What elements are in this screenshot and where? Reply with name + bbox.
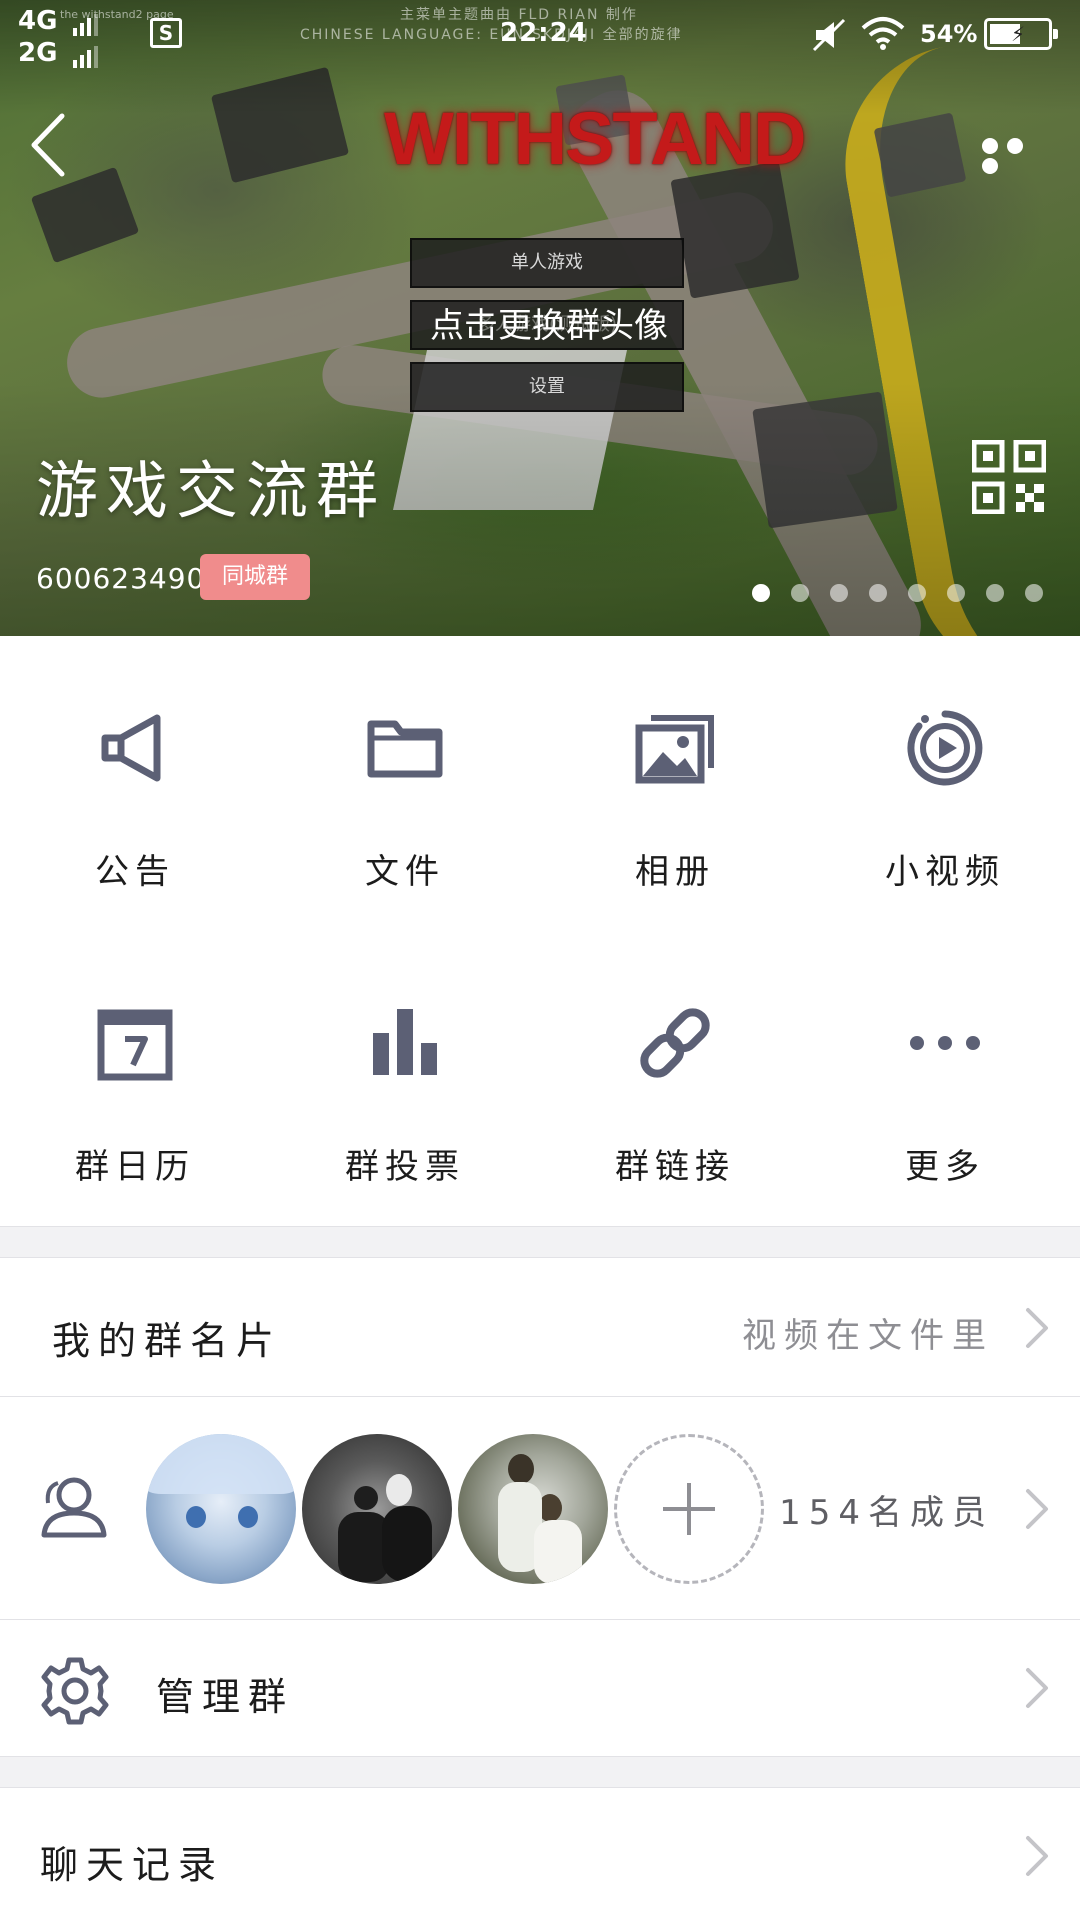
status-bar: 4G 2G S 22:24 54% ⚡ (0, 0, 1080, 68)
qr-code-button[interactable] (971, 439, 1047, 515)
feature-label: 群链接 (615, 1147, 735, 1187)
battery-icon: ⚡ (984, 18, 1058, 50)
game-menu-item: 单人游戏 (410, 238, 684, 288)
carousel-dot (869, 584, 887, 602)
carousel-dot (830, 584, 848, 602)
feature-label: 相册 (635, 852, 715, 892)
video-play-icon (907, 710, 983, 786)
game-logo-text: WITHSTAND (384, 97, 806, 180)
gear-icon (41, 1657, 109, 1725)
my-group-card-title: 我的群名片 (52, 1319, 283, 1363)
game-logo: WITHSTAND (384, 90, 806, 186)
signal-strength-icon (72, 38, 101, 68)
member-avatar[interactable] (146, 1434, 296, 1584)
feature-group-link[interactable]: 群链接 (540, 931, 810, 1226)
signal-strength-icon (72, 6, 101, 36)
group-type-badge: 同城群 (200, 554, 310, 600)
carousel-dot (791, 584, 809, 602)
carousel-dot-active (752, 584, 770, 602)
chevron-right-icon (1026, 1668, 1048, 1708)
bar-chart-icon (373, 1009, 437, 1075)
feature-files[interactable]: 文件 (270, 636, 540, 931)
feature-vote[interactable]: 群投票 (270, 931, 540, 1226)
network-indicator-1: 4G (18, 6, 101, 36)
change-group-avatar-button[interactable]: 点击更换群头像 (414, 298, 684, 347)
chat-history-title: 聊天记录 (40, 1843, 225, 1887)
carousel-indicator (752, 584, 1064, 604)
charging-bolt-icon: ⚡ (1011, 22, 1026, 46)
section-separator (0, 1756, 1080, 1788)
feature-label: 文件 (365, 852, 445, 892)
network-indicator-2: 2G (18, 38, 101, 68)
app-notification-icon: S (150, 18, 182, 48)
feature-announcement[interactable]: 公告 (0, 636, 270, 931)
feature-grid: 公告 文件 相册 小视频 群日历 群投票 群链接 更多 (0, 636, 1080, 1226)
photo-album-icon (635, 715, 714, 784)
feature-calendar[interactable]: 群日历 (0, 931, 270, 1226)
member-avatar[interactable] (302, 1434, 452, 1584)
chat-history-row[interactable]: 聊天记录 (0, 1788, 1080, 1920)
members-icon (41, 1477, 107, 1538)
feature-more[interactable]: 更多 (810, 931, 1080, 1226)
feature-label: 群投票 (345, 1147, 465, 1187)
plus-icon (663, 1483, 715, 1535)
carousel-dot (986, 584, 1004, 602)
member-count: 154名成员 (779, 1493, 994, 1533)
carousel-dot (908, 584, 926, 602)
my-group-card-row[interactable]: 我的群名片 视频在文件里 (0, 1258, 1080, 1396)
more-options-button[interactable] (982, 138, 1052, 174)
manage-group-row[interactable]: 管理群 (0, 1620, 1080, 1756)
back-button[interactable] (26, 110, 74, 180)
mute-icon (812, 18, 846, 56)
wifi-icon (860, 16, 906, 54)
chevron-left-icon (31, 113, 65, 177)
member-avatar[interactable] (458, 1434, 608, 1584)
feature-label: 小视频 (885, 852, 1005, 892)
network-type-label: 4G (18, 6, 58, 36)
add-member-button[interactable] (614, 1434, 764, 1584)
game-menu-item: 设置 (410, 362, 684, 412)
megaphone-icon (101, 714, 161, 782)
chevron-right-icon (1026, 1489, 1048, 1529)
clock: 22:24 (500, 18, 588, 48)
feature-short-video[interactable]: 小视频 (810, 636, 1080, 931)
qr-code-icon (971, 439, 1047, 515)
carousel-dot (1025, 584, 1043, 602)
battery-percent: 54% (920, 20, 978, 48)
group-id: 600623490 (36, 562, 206, 595)
chevron-right-icon (1026, 1836, 1048, 1876)
feature-label: 公告 (95, 852, 175, 892)
feature-label: 更多 (905, 1147, 985, 1187)
feature-label: 群日历 (75, 1147, 195, 1187)
group-header-banner[interactable]: 主菜单主题曲由 FLD RIAN 制作 CHINESE LANGUAGE: EU… (0, 0, 1080, 636)
folder-icon (367, 720, 443, 778)
carousel-dot (947, 584, 965, 602)
manage-group-title: 管理群 (156, 1675, 295, 1719)
my-group-card-value: 视频在文件里 (742, 1316, 994, 1356)
group-name: 游戏交流群 (36, 454, 387, 527)
section-separator (0, 1226, 1080, 1258)
calendar-icon (97, 1009, 173, 1081)
more-dots-icon (910, 1036, 980, 1050)
chevron-right-icon (1026, 1308, 1048, 1348)
feature-album[interactable]: 相册 (540, 636, 810, 931)
link-icon (640, 1008, 710, 1078)
network-type-label: 2G (18, 38, 58, 68)
